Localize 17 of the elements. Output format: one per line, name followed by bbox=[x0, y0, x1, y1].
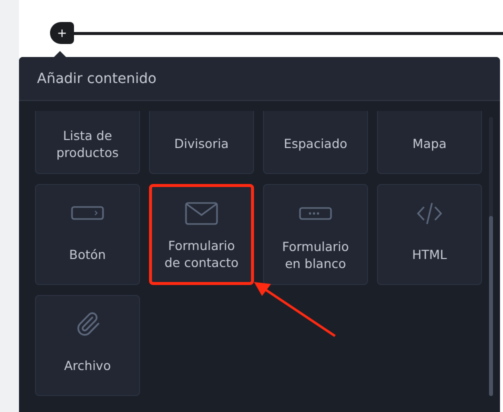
scrollbar[interactable] bbox=[489, 117, 493, 396]
content-tile[interactable]: Divisoria bbox=[149, 111, 254, 174]
button-icon bbox=[71, 206, 104, 220]
content-tile[interactable]: Botón bbox=[35, 184, 140, 285]
panel-title: Añadir contenido bbox=[19, 57, 500, 101]
add-button[interactable]: + bbox=[50, 22, 74, 44]
code-icon bbox=[416, 202, 443, 224]
content-tile[interactable]: HTML bbox=[377, 184, 482, 285]
input-field-icon bbox=[299, 206, 332, 220]
content-tile[interactable]: Formulario en blanco bbox=[263, 184, 368, 285]
content-tile[interactable]: Archivo bbox=[35, 295, 140, 396]
content-tile[interactable]: Espaciado bbox=[263, 111, 368, 174]
envelope-icon bbox=[185, 202, 218, 224]
content-tile[interactable]: Lista de productos bbox=[35, 111, 140, 174]
paperclip-icon bbox=[74, 311, 100, 337]
content-tile[interactable]: Mapa bbox=[377, 111, 482, 174]
content-tile[interactable]: Formulario de contacto bbox=[149, 184, 254, 285]
